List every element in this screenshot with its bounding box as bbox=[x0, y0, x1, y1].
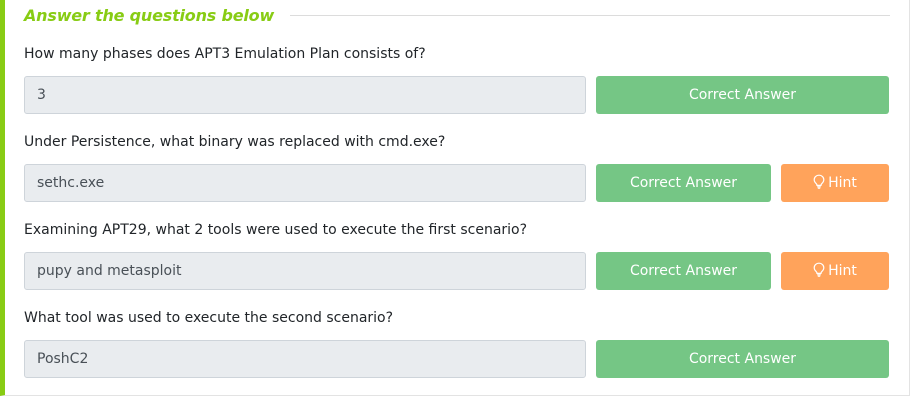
correct-answer-button[interactable]: Correct Answer bbox=[596, 340, 889, 378]
answer-row: sethc.exe Correct Answer Hint bbox=[24, 164, 890, 202]
answer-field[interactable]: pupy and metasploit bbox=[24, 252, 586, 290]
answer-row: pupy and metasploit Correct Answer Hint bbox=[24, 252, 890, 290]
lightbulb-icon bbox=[813, 174, 825, 189]
question-text: Examining APT29, what 2 tools were used … bbox=[24, 222, 528, 238]
hint-button[interactable]: Hint bbox=[781, 164, 889, 202]
question-text: What tool was used to execute the second… bbox=[24, 310, 394, 326]
answer-field[interactable]: PoshC2 bbox=[24, 340, 586, 378]
answer-field[interactable]: sethc.exe bbox=[24, 164, 586, 202]
hint-label: Hint bbox=[828, 263, 857, 279]
answer-field[interactable]: 3 bbox=[24, 76, 586, 114]
question-block-1: How many phases does APT3 Emulation Plan… bbox=[24, 44, 890, 114]
question-block-3: Examining APT29, what 2 tools were used … bbox=[24, 220, 890, 290]
answer-row: PoshC2 Correct Answer bbox=[24, 340, 890, 378]
question-text: Under Persistence, what binary was repla… bbox=[24, 134, 446, 150]
answer-card: Answer the questions below How many phas… bbox=[0, 0, 910, 396]
question-text: How many phases does APT3 Emulation Plan… bbox=[24, 46, 426, 62]
hint-label: Hint bbox=[828, 175, 857, 191]
question-block-2: Under Persistence, what binary was repla… bbox=[24, 132, 890, 202]
answer-row: 3 Correct Answer bbox=[24, 76, 890, 114]
header-divider bbox=[290, 14, 890, 16]
correct-answer-button[interactable]: Correct Answer bbox=[596, 76, 889, 114]
correct-answer-button[interactable]: Correct Answer bbox=[596, 164, 771, 202]
section-header: Answer the questions below bbox=[24, 4, 890, 26]
question-block-4: What tool was used to execute the second… bbox=[24, 308, 890, 378]
correct-answer-button[interactable]: Correct Answer bbox=[596, 252, 771, 290]
hint-button[interactable]: Hint bbox=[781, 252, 889, 290]
section-title: Answer the questions below bbox=[24, 5, 275, 25]
lightbulb-icon bbox=[813, 262, 825, 277]
